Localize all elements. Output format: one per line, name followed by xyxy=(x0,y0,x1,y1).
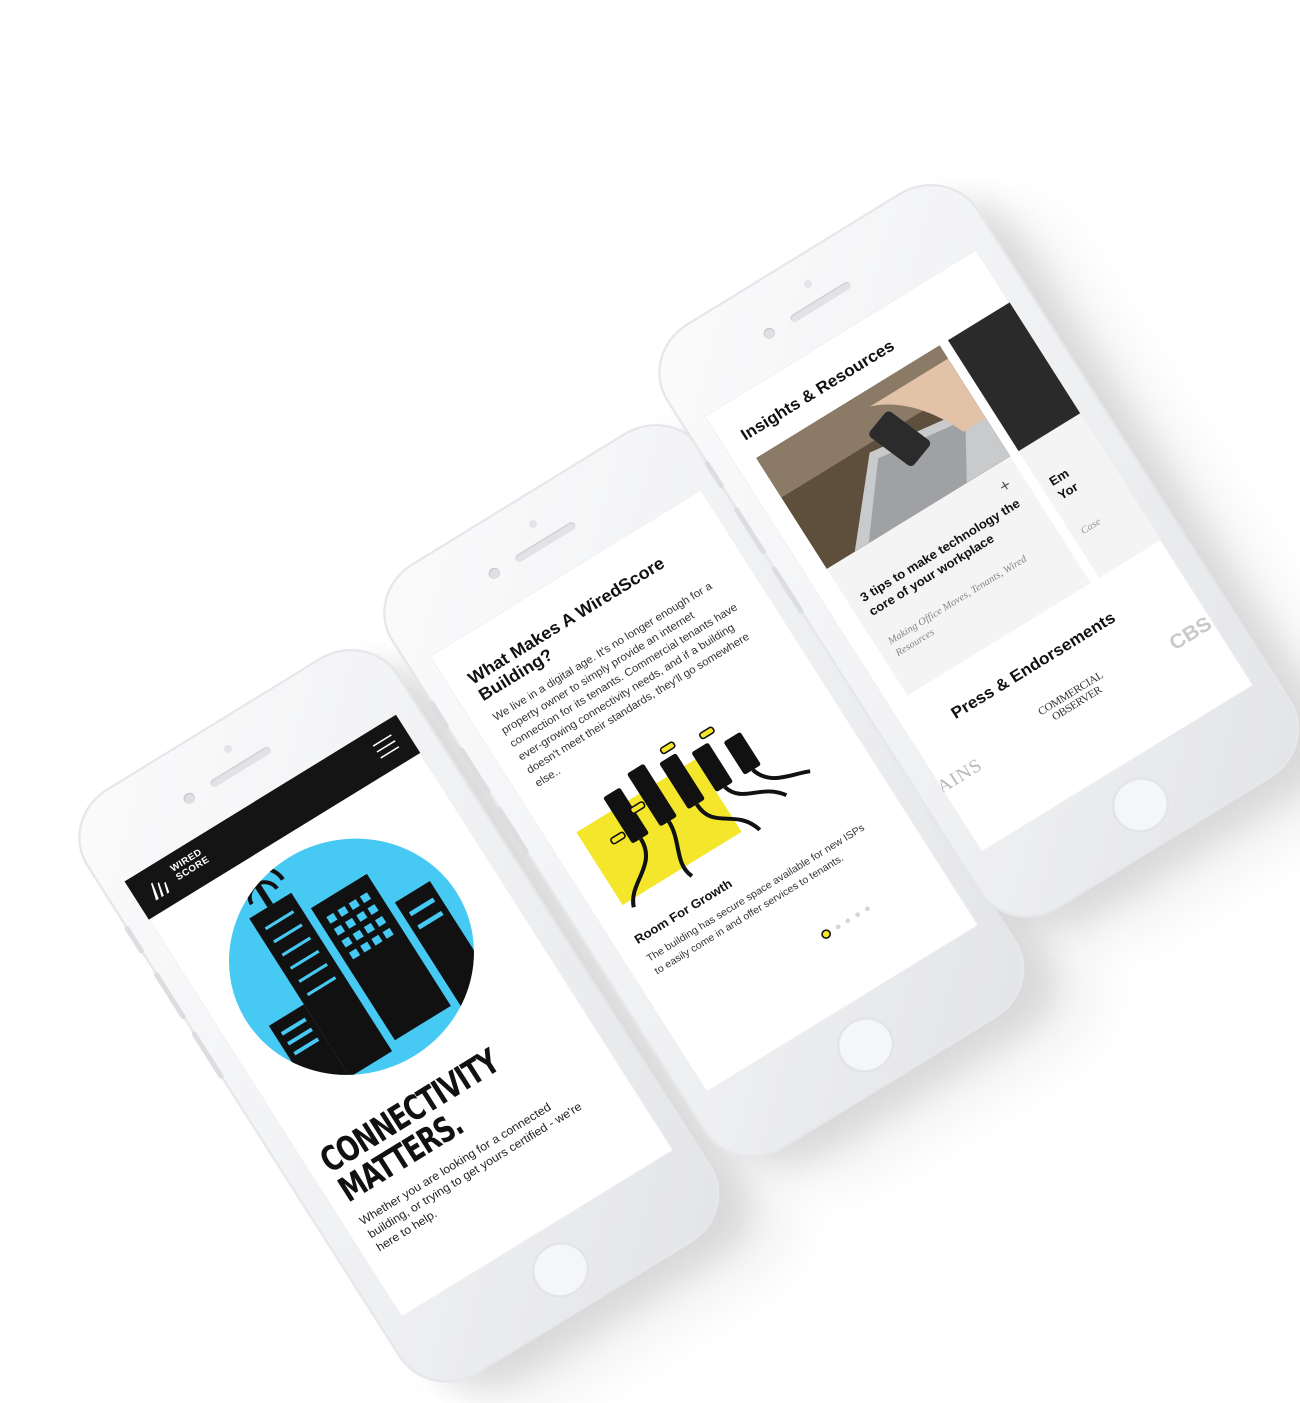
pagination-dot[interactable] xyxy=(834,923,842,931)
hamburger-icon[interactable] xyxy=(372,734,400,760)
article-tags: Case xyxy=(1078,515,1103,537)
commercial-observer-logo: COMMERCIAL OBSERVER xyxy=(1036,670,1112,728)
pagination-dot[interactable] xyxy=(854,911,862,919)
logo-text: WIRED SCORE xyxy=(168,846,211,882)
article-title[interactable]: Em Yor xyxy=(1046,465,1081,504)
pagination-dot-active[interactable] xyxy=(819,927,833,941)
expand-plus-icon[interactable]: + xyxy=(995,475,1015,498)
cbs-logo: CBS xyxy=(1164,611,1216,655)
carousel-pagination xyxy=(819,902,873,942)
mockup-stage: WIRED SCORE CONNECTIVITY MATTERS. Whethe… xyxy=(0,0,1300,1401)
pagination-dot[interactable] xyxy=(864,905,871,913)
pagination-dot[interactable] xyxy=(844,917,852,925)
